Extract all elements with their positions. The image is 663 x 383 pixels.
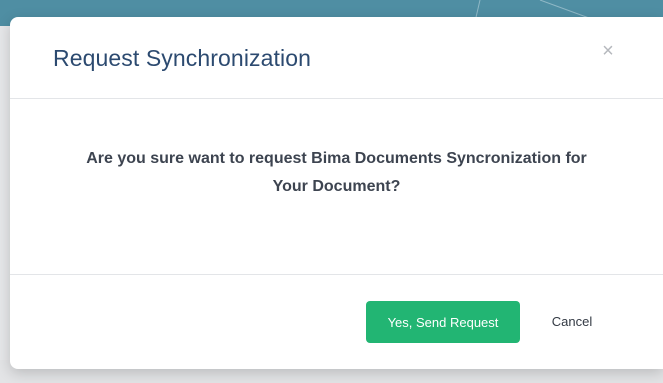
- confirmation-message-line-2: Your Document?: [272, 178, 401, 195]
- cancel-button[interactable]: Cancel: [540, 301, 604, 343]
- dialog-header: Request Synchronization ×: [10, 17, 663, 99]
- dialog-footer: Yes, Send Request Cancel: [10, 275, 663, 369]
- sync-request-dialog: Request Synchronization × Are you sure w…: [10, 17, 663, 369]
- close-icon[interactable]: ×: [597, 39, 619, 63]
- confirmation-message: Are you sure want to request Bima Docume…: [10, 145, 663, 201]
- dialog-title: Request Synchronization: [53, 45, 312, 71]
- confirmation-message-line-1: Are you sure want to request Bima Docume…: [86, 150, 587, 167]
- send-request-button[interactable]: Yes, Send Request: [366, 301, 520, 343]
- dialog-body: Are you sure want to request Bima Docume…: [10, 99, 663, 275]
